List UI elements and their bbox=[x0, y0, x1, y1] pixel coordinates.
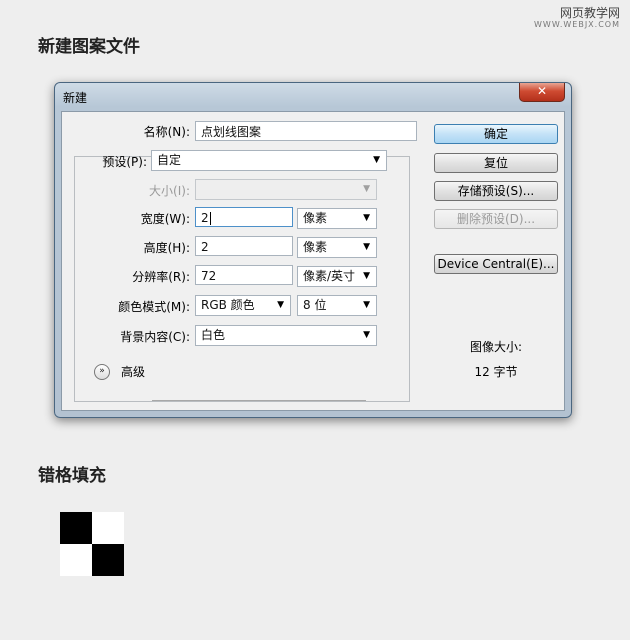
image-size-label: 图像大小: bbox=[469, 340, 523, 354]
advanced-divider bbox=[152, 400, 366, 401]
expand-icon: » bbox=[99, 366, 105, 376]
height-input[interactable]: 2 bbox=[195, 236, 293, 256]
name-input[interactable]: 点划线图案 bbox=[195, 121, 417, 141]
pattern-cell bbox=[92, 512, 124, 544]
chevron-down-icon: ▼ bbox=[373, 155, 380, 165]
color-mode-select[interactable]: RGB 颜色 ▼ bbox=[195, 295, 291, 316]
text-caret bbox=[209, 212, 211, 225]
chevron-down-icon: ▼ bbox=[363, 213, 370, 223]
chevron-down-icon: ▼ bbox=[363, 300, 370, 310]
delete-preset-button: 删除预设(D)... bbox=[434, 209, 558, 229]
chevron-down-icon: ▼ bbox=[277, 300, 284, 310]
name-label: 名称(N): bbox=[143, 125, 190, 139]
advanced-expand-icon[interactable]: » bbox=[94, 364, 110, 380]
close-icon: ✕ bbox=[536, 84, 548, 98]
bit-depth-select[interactable]: 8 位 ▼ bbox=[297, 295, 377, 316]
heading-new-pattern-file: 新建图案文件 bbox=[38, 37, 140, 57]
chevron-down-icon: ▼ bbox=[363, 271, 370, 281]
preset-select[interactable]: 自定 ▼ bbox=[151, 150, 387, 171]
background-select[interactable]: 白色 ▼ bbox=[195, 325, 377, 346]
width-label: 宽度(W): bbox=[140, 212, 190, 226]
watermark-url: WWW.WEBJX.COM bbox=[534, 20, 620, 29]
advanced-label[interactable]: 高级 bbox=[121, 363, 145, 380]
resolution-unit-select[interactable]: 像素/英寸 ▼ bbox=[297, 266, 377, 287]
checker-pattern-preview bbox=[60, 512, 124, 576]
size-select: ▼ bbox=[195, 179, 377, 200]
width-unit-select[interactable]: 像素 ▼ bbox=[297, 208, 377, 229]
resolution-label: 分辨率(R): bbox=[132, 270, 190, 284]
pattern-cell bbox=[60, 544, 92, 576]
dialog-client: 名称(N): 点划线图案 预设(P): 自定 ▼ 大小(I): ▼ 宽度(W):… bbox=[61, 111, 565, 411]
size-label: 大小(I): bbox=[149, 184, 190, 198]
height-unit-select[interactable]: 像素 ▼ bbox=[297, 237, 377, 258]
heading-staggered-fill: 错格填充 bbox=[38, 466, 106, 486]
background-label: 背景内容(C): bbox=[120, 330, 190, 344]
watermark-site: 网页教学网 bbox=[559, 6, 620, 20]
resolution-input[interactable]: 72 bbox=[195, 265, 293, 285]
width-input[interactable]: 2 bbox=[195, 207, 293, 227]
width-unit-value: 像素 bbox=[303, 211, 328, 225]
close-button[interactable]: ✕ bbox=[519, 83, 565, 102]
color-mode-label: 颜色模式(M): bbox=[118, 300, 190, 314]
preset-value: 自定 bbox=[157, 153, 182, 167]
device-central-button[interactable]: Device Central(E)... bbox=[434, 254, 558, 274]
new-document-dialog: 新建 ✕ 名称(N): 点划线图案 预设(P): 自定 ▼ 大小(I): ▼ 宽… bbox=[54, 82, 572, 418]
bit-depth-value: 8 位 bbox=[303, 298, 327, 312]
pattern-cell bbox=[60, 512, 92, 544]
chevron-down-icon: ▼ bbox=[363, 184, 370, 194]
resolution-unit-value: 像素/英寸 bbox=[303, 269, 356, 283]
height-label: 高度(H): bbox=[143, 241, 190, 255]
save-preset-button[interactable]: 存储预设(S)... bbox=[434, 181, 558, 201]
width-value: 2 bbox=[201, 211, 209, 225]
pattern-cell bbox=[92, 544, 124, 576]
ok-button[interactable]: 确定 bbox=[434, 124, 558, 144]
image-size-value: 12 字节 bbox=[474, 365, 518, 379]
watermark: 网页教学网 WWW.WEBJX.COM bbox=[534, 6, 620, 30]
height-unit-value: 像素 bbox=[303, 240, 328, 254]
reset-button[interactable]: 复位 bbox=[434, 153, 558, 173]
dialog-title: 新建 bbox=[63, 91, 88, 105]
preset-label: 预设(P): bbox=[102, 155, 147, 169]
chevron-down-icon: ▼ bbox=[363, 242, 370, 252]
color-mode-value: RGB 颜色 bbox=[201, 298, 255, 312]
chevron-down-icon: ▼ bbox=[363, 330, 370, 340]
background-value: 白色 bbox=[201, 328, 226, 342]
